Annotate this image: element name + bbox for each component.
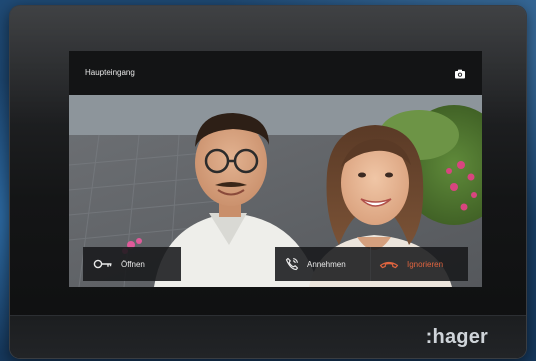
phone-answer-icon [285,257,299,271]
door-station-title: Haupteingang [85,68,135,77]
answer-call-label: Annehmen [307,259,346,269]
open-door-label: Öffnen [121,259,145,269]
open-door-button[interactable]: Öffnen [83,247,181,281]
camera-icon[interactable] [454,67,466,79]
ignore-call-button[interactable]: Ignorieren [371,247,468,281]
answer-call-button[interactable]: Annehmen [275,247,370,281]
phone-hangup-icon [379,261,399,269]
intercom-screen: Haupteingang Öffnen Annehmen Ignorieren [69,51,482,287]
intercom-device: Haupteingang Öffnen Annehmen Ignorieren … [10,6,526,358]
hager-logo: :hager [425,326,488,348]
screen-header: Haupteingang [69,51,482,95]
key-icon [93,259,112,269]
device-bezel-bottom: :hager [10,315,526,358]
ignore-call-label: Ignorieren [407,259,444,269]
